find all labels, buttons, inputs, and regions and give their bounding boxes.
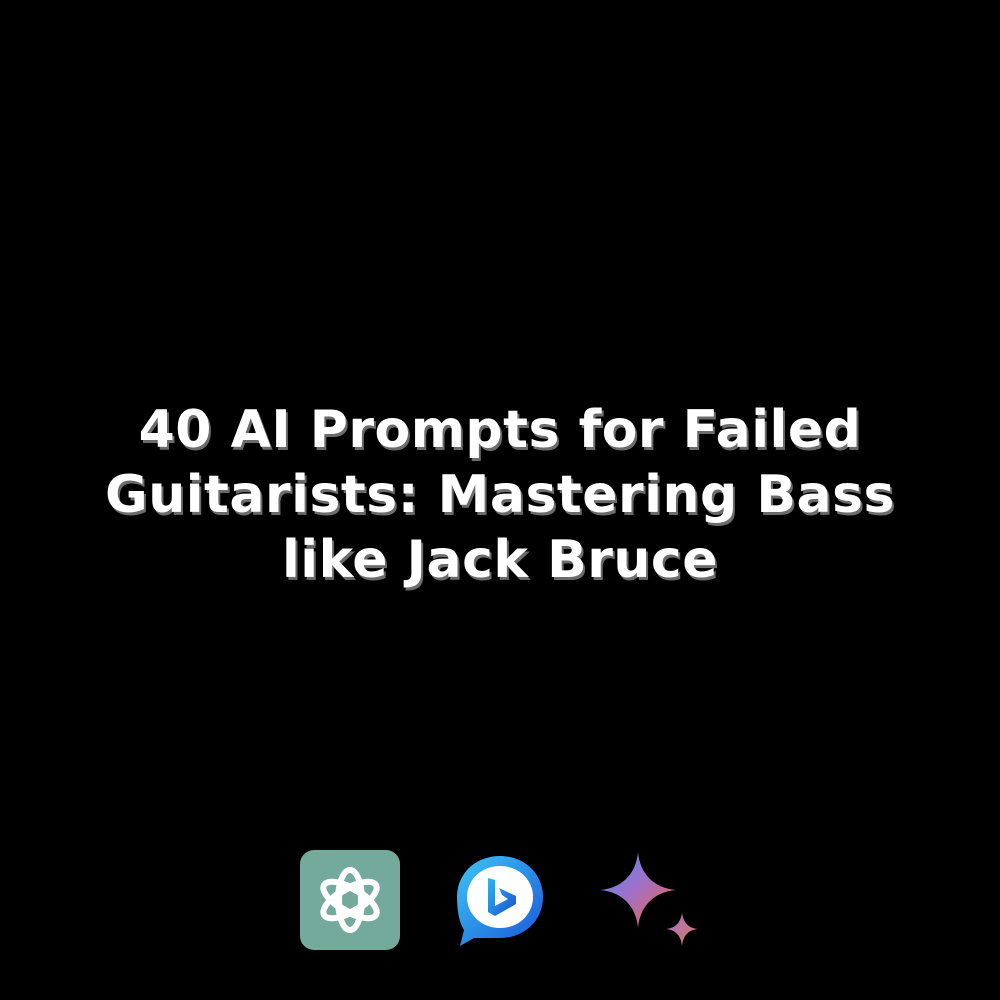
title-line-2: Guitarists: Mastering Bass <box>105 465 895 525</box>
title-line-1: 40 AI Prompts for Failed <box>138 400 862 460</box>
page-title: 40 AI Prompts for Failed Guitarists: Mas… <box>40 398 960 593</box>
gemini-sparkle-icon <box>600 850 700 950</box>
ai-logos-row <box>0 850 1000 950</box>
title-line-3: like Jack Bruce <box>281 530 719 590</box>
bing-chat-icon <box>450 850 550 950</box>
chatgpt-icon <box>300 850 400 950</box>
